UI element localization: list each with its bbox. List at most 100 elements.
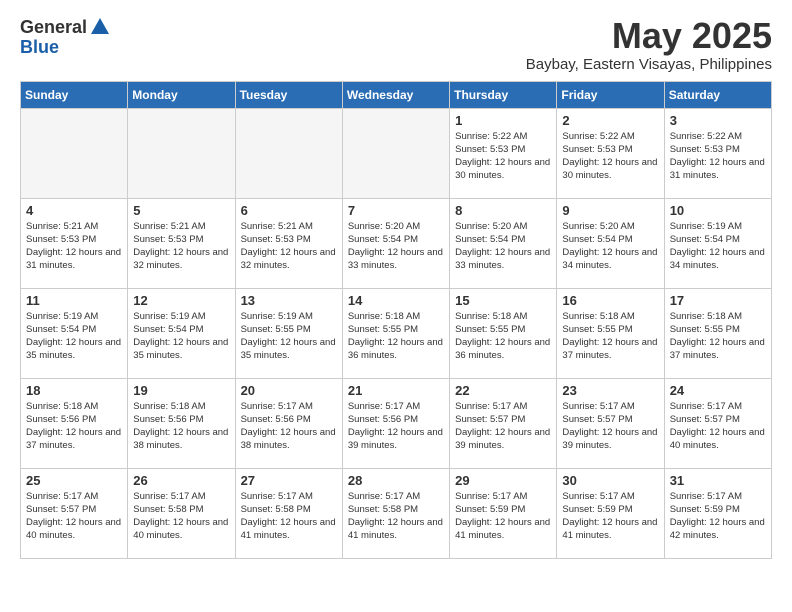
week-row-1: 1 Sunrise: 5:22 AMSunset: 5:53 PMDaylight…: [21, 108, 772, 198]
day-info: Sunrise: 5:22 AMSunset: 5:53 PMDaylight:…: [562, 130, 658, 183]
day-info: Sunrise: 5:19 AMSunset: 5:54 PMDaylight:…: [133, 310, 229, 363]
day-cell: 21Sunrise: 5:17 AMSunset: 5:56 PMDayligh…: [342, 378, 449, 468]
day-number: 14: [348, 293, 444, 308]
day-cell: 27 Sunrise: 5:17 AMSunset: 5:58 PMDayligh…: [235, 468, 342, 558]
day-info: Sunrise: 5:19 AMSunset: 5:54 PMDaylight:…: [670, 220, 766, 273]
day-info: Sunrise: 5:22 AMSunset: 5:53 PMDaylight:…: [670, 130, 766, 183]
day-cell: 14Sunrise: 5:18 AMSunset: 5:55 PMDayligh…: [342, 288, 449, 378]
day-cell: 20 Sunrise: 5:17 AMSunset: 5:56 PMDayligh…: [235, 378, 342, 468]
day-cell: 19Sunrise: 5:18 AMSunset: 5:56 PMDayligh…: [128, 378, 235, 468]
day-info: Sunrise: 5:17 AMSunset: 5:56 PMDaylight:…: [241, 400, 337, 453]
day-number: 2: [562, 113, 658, 128]
day-info: Sunrise: 5:21 AMSunset: 5:53 PMDaylight:…: [133, 220, 229, 273]
day-info: Sunrise: 5:18 AMSunset: 5:56 PMDaylight:…: [26, 400, 122, 453]
day-info: Sunrise: 5:18 AMSunset: 5:55 PMDaylight:…: [562, 310, 658, 363]
location-title: Baybay, Eastern Visayas, Philippines: [526, 56, 772, 73]
day-number: 20: [241, 383, 337, 398]
day-info: Sunrise: 5:17 AMSunset: 5:57 PMDaylight:…: [670, 400, 766, 453]
weekday-header-monday: Monday: [128, 81, 235, 108]
day-info: Sunrise: 5:17 AMSunset: 5:58 PMDaylight:…: [133, 490, 229, 543]
day-cell: 5Sunrise: 5:21 AMSunset: 5:53 PMDaylight…: [128, 198, 235, 288]
day-cell: 25 Sunrise: 5:17 AMSunset: 5:57 PMDayligh…: [21, 468, 128, 558]
day-info: Sunrise: 5:21 AMSunset: 5:53 PMDaylight:…: [241, 220, 337, 273]
day-cell: 12 Sunrise: 5:19 AMSunset: 5:54 PMDayligh…: [128, 288, 235, 378]
week-row-4: 18 Sunrise: 5:18 AMSunset: 5:56 PMDayligh…: [21, 378, 772, 468]
day-number: 9: [562, 203, 658, 218]
day-number: 31: [670, 473, 766, 488]
day-cell: 6 Sunrise: 5:21 AMSunset: 5:53 PMDaylight…: [235, 198, 342, 288]
day-cell: 18 Sunrise: 5:18 AMSunset: 5:56 PMDayligh…: [21, 378, 128, 468]
day-info: Sunrise: 5:18 AMSunset: 5:55 PMDaylight:…: [455, 310, 551, 363]
day-info: Sunrise: 5:17 AMSunset: 5:59 PMDaylight:…: [455, 490, 551, 543]
day-cell: 29 Sunrise: 5:17 AMSunset: 5:59 PMDayligh…: [450, 468, 557, 558]
day-number: 22: [455, 383, 551, 398]
weekday-header-saturday: Saturday: [664, 81, 771, 108]
day-cell: 10 Sunrise: 5:19 AMSunset: 5:54 PMDayligh…: [664, 198, 771, 288]
day-info: Sunrise: 5:18 AMSunset: 5:55 PMDaylight:…: [670, 310, 766, 363]
day-info: Sunrise: 5:17 AMSunset: 5:57 PMDaylight:…: [455, 400, 551, 453]
day-cell: 4 Sunrise: 5:21 AMSunset: 5:53 PMDaylight…: [21, 198, 128, 288]
day-number: 10: [670, 203, 766, 218]
day-cell: [21, 108, 128, 198]
day-number: 19: [133, 383, 229, 398]
day-number: 27: [241, 473, 337, 488]
weekday-header-tuesday: Tuesday: [235, 81, 342, 108]
day-cell: 8Sunrise: 5:20 AMSunset: 5:54 PMDaylight…: [450, 198, 557, 288]
day-info: Sunrise: 5:17 AMSunset: 5:57 PMDaylight:…: [562, 400, 658, 453]
day-info: Sunrise: 5:17 AMSunset: 5:56 PMDaylight:…: [348, 400, 444, 453]
logo-general-text: General: [20, 18, 87, 36]
day-cell: 15 Sunrise: 5:18 AMSunset: 5:55 PMDayligh…: [450, 288, 557, 378]
day-cell: 26Sunrise: 5:17 AMSunset: 5:58 PMDayligh…: [128, 468, 235, 558]
title-block: May 2025 Baybay, Eastern Visayas, Philip…: [526, 16, 772, 73]
day-info: Sunrise: 5:20 AMSunset: 5:54 PMDaylight:…: [348, 220, 444, 273]
day-info: Sunrise: 5:17 AMSunset: 5:59 PMDaylight:…: [670, 490, 766, 543]
week-row-5: 25 Sunrise: 5:17 AMSunset: 5:57 PMDayligh…: [21, 468, 772, 558]
day-info: Sunrise: 5:20 AMSunset: 5:54 PMDaylight:…: [562, 220, 658, 273]
logo-blue-text: Blue: [20, 38, 59, 56]
day-number: 25: [26, 473, 122, 488]
day-cell: 16Sunrise: 5:18 AMSunset: 5:55 PMDayligh…: [557, 288, 664, 378]
day-cell: 23 Sunrise: 5:17 AMSunset: 5:57 PMDayligh…: [557, 378, 664, 468]
day-number: 24: [670, 383, 766, 398]
day-number: 23: [562, 383, 658, 398]
day-number: 4: [26, 203, 122, 218]
day-cell: 17 Sunrise: 5:18 AMSunset: 5:55 PMDayligh…: [664, 288, 771, 378]
day-number: 8: [455, 203, 551, 218]
day-info: Sunrise: 5:21 AMSunset: 5:53 PMDaylight:…: [26, 220, 122, 273]
day-cell: 7 Sunrise: 5:20 AMSunset: 5:54 PMDaylight…: [342, 198, 449, 288]
weekday-header-thursday: Thursday: [450, 81, 557, 108]
weekday-header-friday: Friday: [557, 81, 664, 108]
day-number: 6: [241, 203, 337, 218]
weekday-header-row: SundayMondayTuesdayWednesdayThursdayFrid…: [21, 81, 772, 108]
day-number: 28: [348, 473, 444, 488]
day-number: 18: [26, 383, 122, 398]
day-cell: [342, 108, 449, 198]
day-cell: 22 Sunrise: 5:17 AMSunset: 5:57 PMDayligh…: [450, 378, 557, 468]
day-number: 13: [241, 293, 337, 308]
day-number: 1: [455, 113, 551, 128]
day-number: 15: [455, 293, 551, 308]
weekday-header-wednesday: Wednesday: [342, 81, 449, 108]
week-row-3: 11Sunrise: 5:19 AMSunset: 5:54 PMDayligh…: [21, 288, 772, 378]
calendar-table: SundayMondayTuesdayWednesdayThursdayFrid…: [20, 81, 772, 559]
day-cell: 28Sunrise: 5:17 AMSunset: 5:58 PMDayligh…: [342, 468, 449, 558]
day-number: 7: [348, 203, 444, 218]
day-number: 3: [670, 113, 766, 128]
day-number: 12: [133, 293, 229, 308]
day-cell: [235, 108, 342, 198]
day-info: Sunrise: 5:19 AMSunset: 5:54 PMDaylight:…: [26, 310, 122, 363]
day-cell: 3 Sunrise: 5:22 AMSunset: 5:53 PMDaylight…: [664, 108, 771, 198]
day-number: 17: [670, 293, 766, 308]
day-number: 29: [455, 473, 551, 488]
day-cell: 24 Sunrise: 5:17 AMSunset: 5:57 PMDayligh…: [664, 378, 771, 468]
day-cell: 9 Sunrise: 5:20 AMSunset: 5:54 PMDaylight…: [557, 198, 664, 288]
day-info: Sunrise: 5:17 AMSunset: 5:59 PMDaylight:…: [562, 490, 658, 543]
day-info: Sunrise: 5:19 AMSunset: 5:55 PMDaylight:…: [241, 310, 337, 363]
day-cell: 2 Sunrise: 5:22 AMSunset: 5:53 PMDaylight…: [557, 108, 664, 198]
day-info: Sunrise: 5:22 AMSunset: 5:53 PMDaylight:…: [455, 130, 551, 183]
day-number: 30: [562, 473, 658, 488]
weekday-header-sunday: Sunday: [21, 81, 128, 108]
day-info: Sunrise: 5:17 AMSunset: 5:58 PMDaylight:…: [241, 490, 337, 543]
day-info: Sunrise: 5:17 AMSunset: 5:57 PMDaylight:…: [26, 490, 122, 543]
calendar-container: General Blue May 2025 Baybay, Eastern Vi…: [0, 0, 792, 579]
